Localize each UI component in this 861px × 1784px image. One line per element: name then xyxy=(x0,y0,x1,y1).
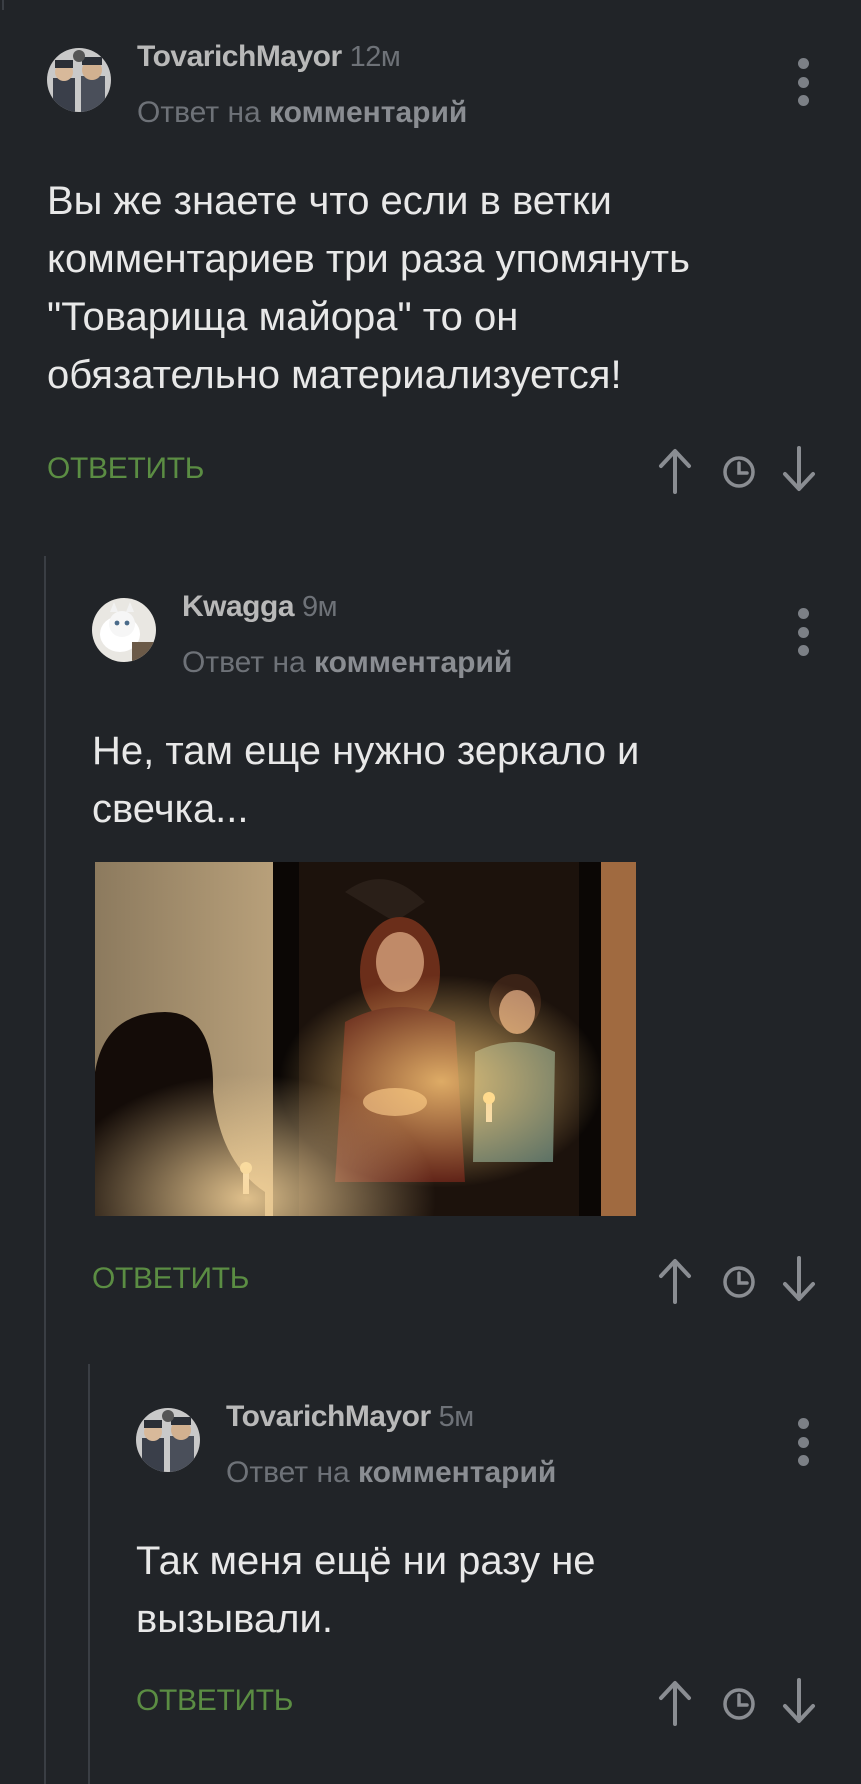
comment-time: 12м xyxy=(349,41,401,73)
comment-actions xyxy=(657,1256,817,1304)
comment-body-line: вызывали. xyxy=(136,1597,333,1641)
comment-1: TovarichMayor 12м Ответ на комментарий Вы… xyxy=(47,40,827,508)
thread-line-level-1 xyxy=(44,556,46,1784)
arrow-up-icon[interactable] xyxy=(657,1678,693,1726)
comment-2: Kwagga 9м Ответ на комментарий Не, там ещ… xyxy=(92,590,827,1318)
kebab-menu-icon[interactable] xyxy=(783,608,823,656)
reply-button[interactable]: ОТВЕТИТЬ xyxy=(92,1262,249,1296)
reply-to-link[interactable]: комментарий xyxy=(314,646,512,679)
arrow-up-icon[interactable] xyxy=(657,446,693,494)
author-name[interactable]: TovarichMayor 12м xyxy=(137,40,401,74)
comment-body: Вы же знаете что если в ветки комментари… xyxy=(47,172,690,404)
comment-actions xyxy=(657,1678,817,1726)
comment-time: 5м xyxy=(438,1401,475,1433)
photo-mirror-candle xyxy=(95,862,636,1216)
comment-body: Не, там еще нужно зеркало и свечка... xyxy=(92,722,639,838)
avatar[interactable] xyxy=(136,1408,200,1472)
arrow-down-icon[interactable] xyxy=(781,1678,817,1726)
kebab-menu-icon[interactable] xyxy=(783,1418,823,1466)
arrow-up-icon[interactable] xyxy=(657,1256,693,1304)
comment-body-line: свечка... xyxy=(92,787,249,831)
comment-body-line: комментариев три раза упомянуть xyxy=(47,237,690,281)
thread-line-level-2 xyxy=(88,1364,90,1784)
comment-body: Так меня ещё ни разу не вызывали. xyxy=(136,1532,596,1648)
reply-to-link[interactable]: комментарий xyxy=(358,1456,556,1489)
clock-icon[interactable] xyxy=(721,1264,757,1300)
avatar-image xyxy=(136,1408,200,1472)
comment-body-line: Так меня ещё ни разу не xyxy=(136,1539,596,1583)
avatar-image xyxy=(92,598,156,662)
avatar[interactable] xyxy=(92,598,156,662)
comment-3: TovarichMayor 5м Ответ на комментарий Так… xyxy=(136,1400,827,1748)
author-name[interactable]: TovarichMayor 5м xyxy=(226,1400,474,1434)
comment-time: 9м xyxy=(302,591,338,623)
arrow-down-icon[interactable] xyxy=(781,446,817,494)
reply-to-line: Ответ на комментарий xyxy=(137,96,468,129)
kebab-menu-icon[interactable] xyxy=(783,58,823,106)
attached-image[interactable] xyxy=(95,862,636,1216)
thread-line-root xyxy=(2,0,4,10)
reply-button[interactable]: ОТВЕТИТЬ xyxy=(47,452,204,486)
comment-actions xyxy=(657,446,817,494)
arrow-down-icon[interactable] xyxy=(781,1256,817,1304)
reply-to-link[interactable]: комментарий xyxy=(269,96,467,129)
comment-body-line: Не, там еще нужно зеркало и xyxy=(92,729,640,773)
reply-to-line: Ответ на комментарий xyxy=(226,1456,557,1489)
comment-body-line: обязательно материализуется! xyxy=(47,353,622,397)
comment-body-line: "Товарища майора" то он xyxy=(47,295,519,339)
author-name[interactable]: Kwagga 9м xyxy=(182,590,338,624)
avatar-image xyxy=(47,48,111,112)
comment-body-line: Вы же знаете что если в ветки xyxy=(47,179,612,223)
clock-icon[interactable] xyxy=(721,454,757,490)
clock-icon[interactable] xyxy=(721,1686,757,1722)
reply-to-line: Ответ на комментарий xyxy=(182,646,513,679)
avatar[interactable] xyxy=(47,48,111,112)
reply-button[interactable]: ОТВЕТИТЬ xyxy=(136,1684,293,1718)
